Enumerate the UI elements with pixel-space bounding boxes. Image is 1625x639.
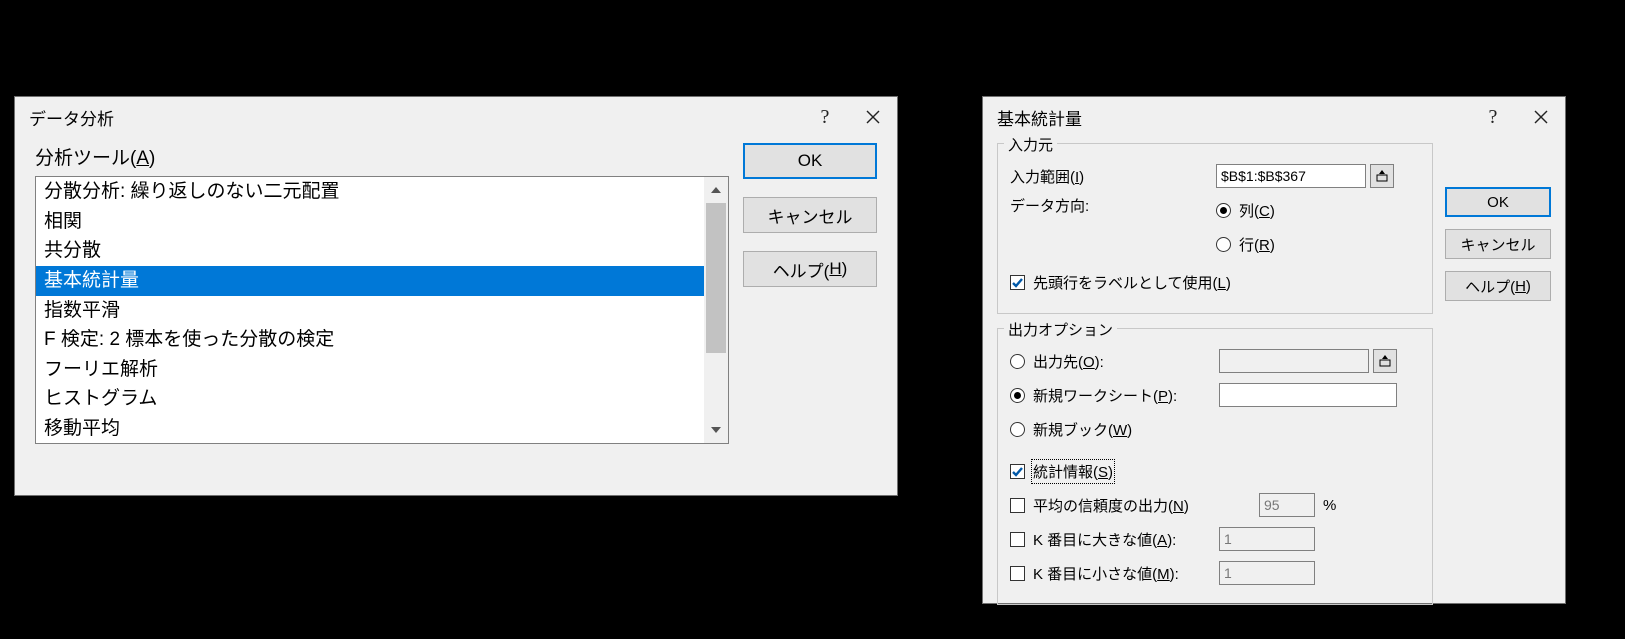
dialog-title: 基本統計量 [997,105,1082,130]
scrollbar[interactable] [704,177,728,443]
list-item[interactable]: フーリエ解析 [36,355,704,385]
descriptive-statistics-dialog: 基本統計量 ? 入力元 入力範囲(I) $B$1:$B$367 [982,96,1566,604]
new-workbook-radio[interactable] [1010,422,1025,437]
kth-smallest-checkbox[interactable] [1010,566,1025,581]
close-icon[interactable] [849,97,897,137]
help-icon[interactable]: ? [801,97,849,137]
list-item[interactable]: ヒストグラム [36,384,704,414]
output-group-legend: 出力オプション [1004,319,1117,340]
help-button[interactable]: ヘルプ(H) [1445,271,1551,301]
labels-first-row-label: 先頭行をラベルとして使用(L) [1033,272,1231,293]
output-range-field[interactable] [1219,349,1369,373]
scroll-up-icon[interactable] [704,177,728,203]
output-range-radio[interactable] [1010,354,1025,369]
direction-row-radio[interactable] [1216,237,1231,252]
kth-smallest-field[interactable]: 1 [1219,561,1315,585]
analysis-tools-listbox[interactable]: 分散分析: 繰り返しのない二元配置相関共分散基本統計量指数平滑F 検定: 2 標… [35,176,729,444]
list-item[interactable]: F 検定: 2 標本を使った分散の検定 [36,325,704,355]
range-picker-icon[interactable] [1370,164,1394,188]
help-button[interactable]: ヘルプ(H) [743,251,877,287]
titlebar[interactable]: データ分析 ? [15,97,897,137]
kth-largest-field[interactable]: 1 [1219,527,1315,551]
kth-smallest-label: K 番目に小さな値(M): [1033,563,1219,584]
list-item[interactable]: 移動平均 [36,414,704,444]
list-item[interactable]: 基本統計量 [36,266,704,296]
output-group: 出力オプション 出力先(O): 新規ワークシート(P): [997,328,1433,605]
cancel-button[interactable]: キャンセル [743,197,877,233]
dialog-title: データ分析 [29,105,114,130]
direction-column-label: 列(C) [1239,200,1275,221]
help-icon[interactable]: ? [1469,97,1517,137]
new-worksheet-field[interactable] [1219,383,1397,407]
input-range-field[interactable]: $B$1:$B$367 [1216,164,1366,188]
scroll-down-icon[interactable] [704,417,728,443]
direction-column-radio[interactable] [1216,203,1231,218]
close-icon[interactable] [1517,97,1565,137]
direction-row-label: 行(R) [1239,234,1275,255]
labels-first-row-checkbox[interactable] [1010,275,1025,290]
input-group-legend: 入力元 [1004,134,1057,155]
percent-label: % [1323,497,1336,514]
confidence-level-field[interactable]: 95 [1259,493,1315,517]
confidence-level-checkbox[interactable] [1010,498,1025,513]
summary-stats-checkbox[interactable] [1010,464,1025,479]
kth-largest-label: K 番目に大きな値(A): [1033,529,1219,550]
list-item[interactable]: 分散分析: 繰り返しのない二元配置 [36,177,704,207]
analysis-tools-label: 分析ツール(A) [35,143,729,170]
new-workbook-label: 新規ブック(W) [1033,419,1132,440]
new-worksheet-radio[interactable] [1010,388,1025,403]
kth-largest-checkbox[interactable] [1010,532,1025,547]
list-item[interactable]: 相関 [36,207,704,237]
new-worksheet-label: 新規ワークシート(P): [1033,385,1219,406]
output-range-label: 出力先(O): [1033,351,1219,372]
range-picker-icon[interactable] [1373,349,1397,373]
confidence-level-label: 平均の信頼度の出力(N) [1033,495,1259,516]
ok-button[interactable]: OK [743,143,877,179]
cancel-button[interactable]: キャンセル [1445,229,1551,259]
data-analysis-dialog: データ分析 ? 分析ツール(A) 分散分析: 繰り返しのない二元配置相関共分散基… [14,96,898,496]
ok-button[interactable]: OK [1445,187,1551,217]
list-item[interactable]: 共分散 [36,236,704,266]
input-range-label: 入力範囲(I) [1010,166,1216,187]
summary-stats-label: 統計情報(S) [1033,461,1113,482]
titlebar[interactable]: 基本統計量 ? [983,97,1565,137]
input-group: 入力元 入力範囲(I) $B$1:$B$367 データ方向: [997,143,1433,314]
scroll-thumb[interactable] [706,203,726,353]
data-direction-label: データ方向: [1010,195,1216,216]
list-item[interactable]: 指数平滑 [36,296,704,326]
